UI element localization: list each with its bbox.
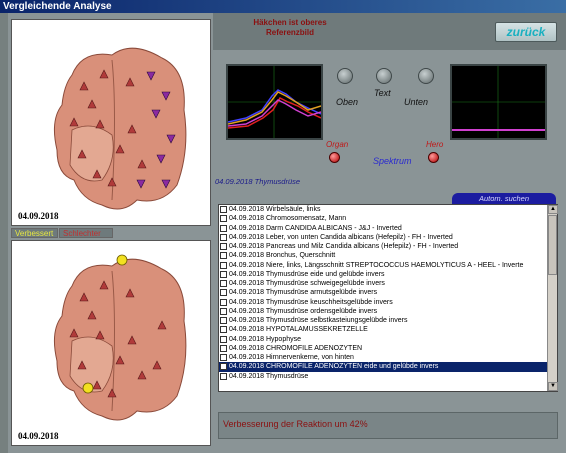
list-item[interactable]: 04.09.2018 Pancreas und Milz Candida alb… xyxy=(219,242,548,251)
checkbox[interactable] xyxy=(220,289,227,297)
checkbox[interactable] xyxy=(220,261,227,269)
hero-waveform xyxy=(452,66,545,138)
checkbox[interactable] xyxy=(220,354,227,361)
list-item-label: 04.09.2018 Leber, von unten Candida albi… xyxy=(229,233,453,241)
checkbox[interactable] xyxy=(220,307,227,315)
organ-led[interactable] xyxy=(329,152,340,163)
list-item-label: 04.09.2018 Bronchus, Querschnitt xyxy=(229,252,336,260)
list-item-label: 04.09.2018 Thymusdrüse schweigegelübde i… xyxy=(229,280,385,287)
checkbox[interactable] xyxy=(220,363,227,371)
checkbox[interactable] xyxy=(220,298,227,306)
list-item-label: 04.09.2018 Thymusdrüse xyxy=(229,372,309,380)
list-item-label: 04.09.2018 Thymusdrüse eide und gelübde … xyxy=(229,270,385,278)
list-item[interactable]: 04.09.2018 HYPOTALAMUSSEKRETZELLE xyxy=(219,325,548,334)
scroll-thumb[interactable] xyxy=(548,215,557,275)
reference-image-panel: 04.09.2018 xyxy=(11,19,211,226)
auto-search-button[interactable]: Autom. suchen xyxy=(452,193,556,204)
checkbox[interactable] xyxy=(220,317,227,324)
list-item-label: 04.09.2018 Thymusdrüse armutsgelübde inv… xyxy=(229,289,378,297)
list-item-label: 04.09.2018 Niere, links, Längsschnitt ST… xyxy=(229,261,524,269)
hero-waveform-scope xyxy=(450,64,547,140)
organ-list: 04.09.2018 Wirbelsäule, links 04.09.2018 … xyxy=(218,204,558,392)
reference-note-line2: Referenzbild xyxy=(265,28,314,37)
organ-list-items: 04.09.2018 Wirbelsäule, links 04.09.2018 … xyxy=(219,205,548,391)
list-item[interactable]: 04.09.2018 Hirnnervenkerne, von hinten xyxy=(219,353,548,362)
checkbox[interactable] xyxy=(220,206,227,213)
spectrum-label[interactable]: Spektrum xyxy=(373,156,412,166)
list-item-label: 04.09.2018 Chromosomensatz, Mann xyxy=(229,215,347,223)
reference-note: Häkchen ist oberes Referenzbild xyxy=(240,18,340,38)
scroll-down-icon[interactable]: ▼ xyxy=(548,382,558,391)
list-item[interactable]: 04.09.2018 Bronchus, Querschnitt xyxy=(219,251,548,260)
list-item-label: 04.09.2018 Darm CANDIDA ALBICANS - J&J -… xyxy=(229,224,402,232)
organ-label: Organ xyxy=(326,140,349,149)
knob-bottom[interactable] xyxy=(418,68,434,84)
list-item-label: 04.09.2018 HYPOTALAMUSSEKRETZELLE xyxy=(229,326,368,334)
result-text: Verbesserung der Reaktion um 42% xyxy=(223,419,368,429)
left-sidebar xyxy=(0,13,8,453)
list-item[interactable]: 04.09.2018 Darm CANDIDA ALBICANS - J&J -… xyxy=(219,224,548,233)
checkbox[interactable] xyxy=(220,372,227,380)
list-item-label: 04.09.2018 Hirnnervenkerne, von hinten xyxy=(229,354,354,361)
organ-waveform xyxy=(227,66,322,138)
list-item-label: 04.09.2018 Wirbelsäule, links xyxy=(229,206,321,213)
list-item-label: 04.09.2018 Hypophyse xyxy=(229,335,301,343)
list-scrollbar[interactable]: ▲ ▼ xyxy=(547,205,558,391)
list-item[interactable]: 04.09.2018 Thymusdrüse ordensgelübde inv… xyxy=(219,307,548,316)
reference-note-line1: Häkchen ist oberes xyxy=(253,18,327,27)
organ-waveform-scope xyxy=(226,64,323,140)
list-item[interactable]: 04.09.2018 Thymusdrüse armutsgelübde inv… xyxy=(219,288,548,297)
top-image-date: 04.09.2018 xyxy=(18,211,59,221)
checkbox[interactable] xyxy=(220,224,227,232)
list-item-label: 04.09.2018 Thymusdrüse ordensgelübde inv… xyxy=(229,307,378,315)
hero-led[interactable] xyxy=(428,152,439,163)
list-item[interactable]: 04.09.2018 Thymusdrüse xyxy=(219,372,548,381)
knob-top[interactable] xyxy=(337,68,353,84)
list-item-label: 04.09.2018 CHROMOFILE ADENOZYTEN xyxy=(229,344,363,352)
checkbox[interactable] xyxy=(220,270,227,278)
app-window: Vergleichende Analyse 04.09.2018 Verbess… xyxy=(0,0,566,453)
knob-label-top: Oben xyxy=(336,97,359,107)
bottom-image-date: 04.09.2018 xyxy=(18,431,59,441)
selected-organ-caption: 04.09.2018 Thymusdrüse xyxy=(215,177,301,186)
list-item[interactable]: 04.09.2018 Niere, links, Längsschnitt ST… xyxy=(219,261,548,270)
list-item[interactable]: 04.09.2018 CHROMOFILE ADENOZYTEN xyxy=(219,344,548,353)
list-item-label: 04.09.2018 Thymusdrüse selbstkasteiungsg… xyxy=(229,317,408,324)
checkbox[interactable] xyxy=(220,326,227,334)
list-item[interactable]: 04.09.2018 Chromosomensatz, Mann xyxy=(219,214,548,223)
thymus-image-bottom xyxy=(53,254,187,421)
checkbox[interactable] xyxy=(220,280,227,287)
back-button[interactable]: zurück xyxy=(495,22,557,42)
list-item-label: 04.09.2018 Thymusdrüse keuschheitsgelübd… xyxy=(229,298,393,306)
list-item[interactable]: 04.09.2018 Thymusdrüse keuschheitsgelübd… xyxy=(219,298,548,307)
list-item[interactable]: 04.09.2018 Wirbelsäule, links xyxy=(219,205,548,214)
checkbox[interactable] xyxy=(220,215,227,223)
checkbox[interactable] xyxy=(220,243,227,250)
list-item[interactable]: 04.09.2018 Thymusdrüse selbstkasteiungsg… xyxy=(219,316,548,325)
knob-text[interactable] xyxy=(376,68,392,84)
list-item[interactable]: 04.09.2018 Thymusdrüse eide und gelübde … xyxy=(219,270,548,279)
thymus-image-top xyxy=(53,47,187,210)
comparison-image-panel: 04.09.2018 xyxy=(11,240,211,446)
tab-worse[interactable]: Schlechter xyxy=(59,228,113,238)
list-item-label: 04.09.2018 CHROMOFILE ADENOZYTEN eide un… xyxy=(229,363,439,371)
checkbox[interactable] xyxy=(220,233,227,241)
knob-label-text: Text xyxy=(374,88,391,98)
checkbox[interactable] xyxy=(220,252,227,260)
list-item-label: 04.09.2018 Pancreas und Milz Candida alb… xyxy=(229,243,459,250)
tab-improved[interactable]: Verbessert xyxy=(11,228,58,238)
title-bar: Vergleichende Analyse xyxy=(0,0,566,13)
result-panel: Verbesserung der Reaktion um 42% xyxy=(218,412,558,439)
knob-label-bottom: Unten xyxy=(404,97,429,107)
hero-label: Hero xyxy=(426,140,444,149)
checkbox[interactable] xyxy=(220,344,227,352)
list-item[interactable]: 04.09.2018 CHROMOFILE ADENOZYTEN eide un… xyxy=(219,362,548,372)
scroll-up-icon[interactable]: ▲ xyxy=(548,205,558,214)
list-item[interactable]: 04.09.2018 Thymusdrüse schweigegelübde i… xyxy=(219,279,548,288)
list-item[interactable]: 04.09.2018 Hypophyse xyxy=(219,335,548,344)
list-item[interactable]: 04.09.2018 Leber, von unten Candida albi… xyxy=(219,233,548,242)
checkbox[interactable] xyxy=(220,335,227,343)
